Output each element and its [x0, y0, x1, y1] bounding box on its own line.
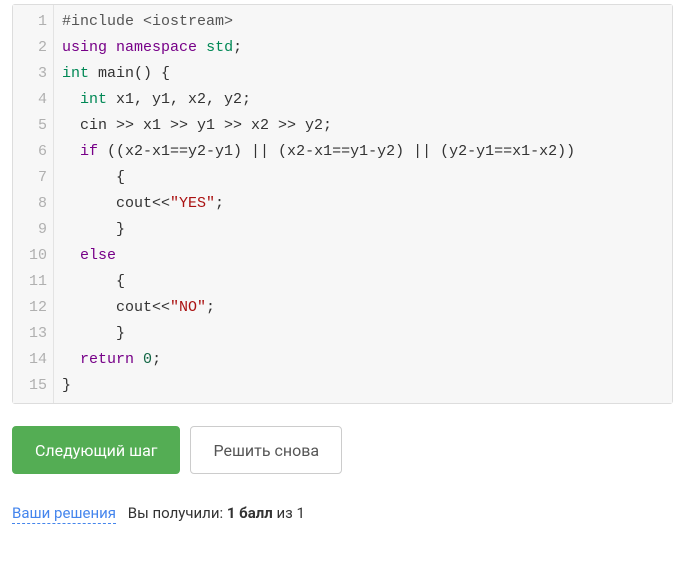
footer: Ваши решения Вы получили: 1 балл из 1 — [12, 504, 673, 522]
line-number: 4 — [17, 87, 47, 113]
retry-button[interactable]: Решить снова — [190, 426, 342, 474]
line-number: 10 — [17, 243, 47, 269]
code-line[interactable]: return 0; — [62, 347, 664, 373]
line-number: 7 — [17, 165, 47, 191]
line-number: 9 — [17, 217, 47, 243]
code-line[interactable]: cin >> x1 >> y1 >> x2 >> y2; — [62, 113, 664, 139]
code-line[interactable]: cout<<"YES"; — [62, 191, 664, 217]
line-number: 2 — [17, 35, 47, 61]
button-row: Следующий шаг Решить снова — [12, 426, 673, 474]
line-number: 6 — [17, 139, 47, 165]
line-number: 8 — [17, 191, 47, 217]
line-number: 3 — [17, 61, 47, 87]
line-number-gutter: 123456789101112131415 — [13, 5, 54, 403]
code-line[interactable]: int main() { — [62, 61, 664, 87]
code-line[interactable]: } — [62, 373, 664, 399]
code-line[interactable]: int x1, y1, x2, y2; — [62, 87, 664, 113]
line-number: 11 — [17, 269, 47, 295]
code-line[interactable]: { — [62, 269, 664, 295]
score-text: Вы получили: 1 балл из 1 — [128, 504, 305, 522]
line-number: 15 — [17, 373, 47, 399]
code-line[interactable]: } — [62, 321, 664, 347]
code-line[interactable]: { — [62, 165, 664, 191]
line-number: 1 — [17, 9, 47, 35]
next-step-button[interactable]: Следующий шаг — [12, 426, 180, 474]
line-number: 5 — [17, 113, 47, 139]
line-number: 14 — [17, 347, 47, 373]
code-line[interactable]: #include <iostream> — [62, 9, 664, 35]
code-line[interactable]: } — [62, 217, 664, 243]
code-editor[interactable]: 123456789101112131415 #include <iostream… — [12, 4, 673, 404]
line-number: 12 — [17, 295, 47, 321]
line-number: 13 — [17, 321, 47, 347]
code-line[interactable]: using namespace std; — [62, 35, 664, 61]
code-line[interactable]: cout<<"NO"; — [62, 295, 664, 321]
your-solutions-link[interactable]: Ваши решения — [12, 504, 116, 524]
code-line[interactable]: if ((x2-x1==y2-y1) || (x2-x1==y1-y2) || … — [62, 139, 664, 165]
code-body[interactable]: #include <iostream>using namespace std;i… — [54, 5, 672, 403]
code-line[interactable]: else — [62, 243, 664, 269]
